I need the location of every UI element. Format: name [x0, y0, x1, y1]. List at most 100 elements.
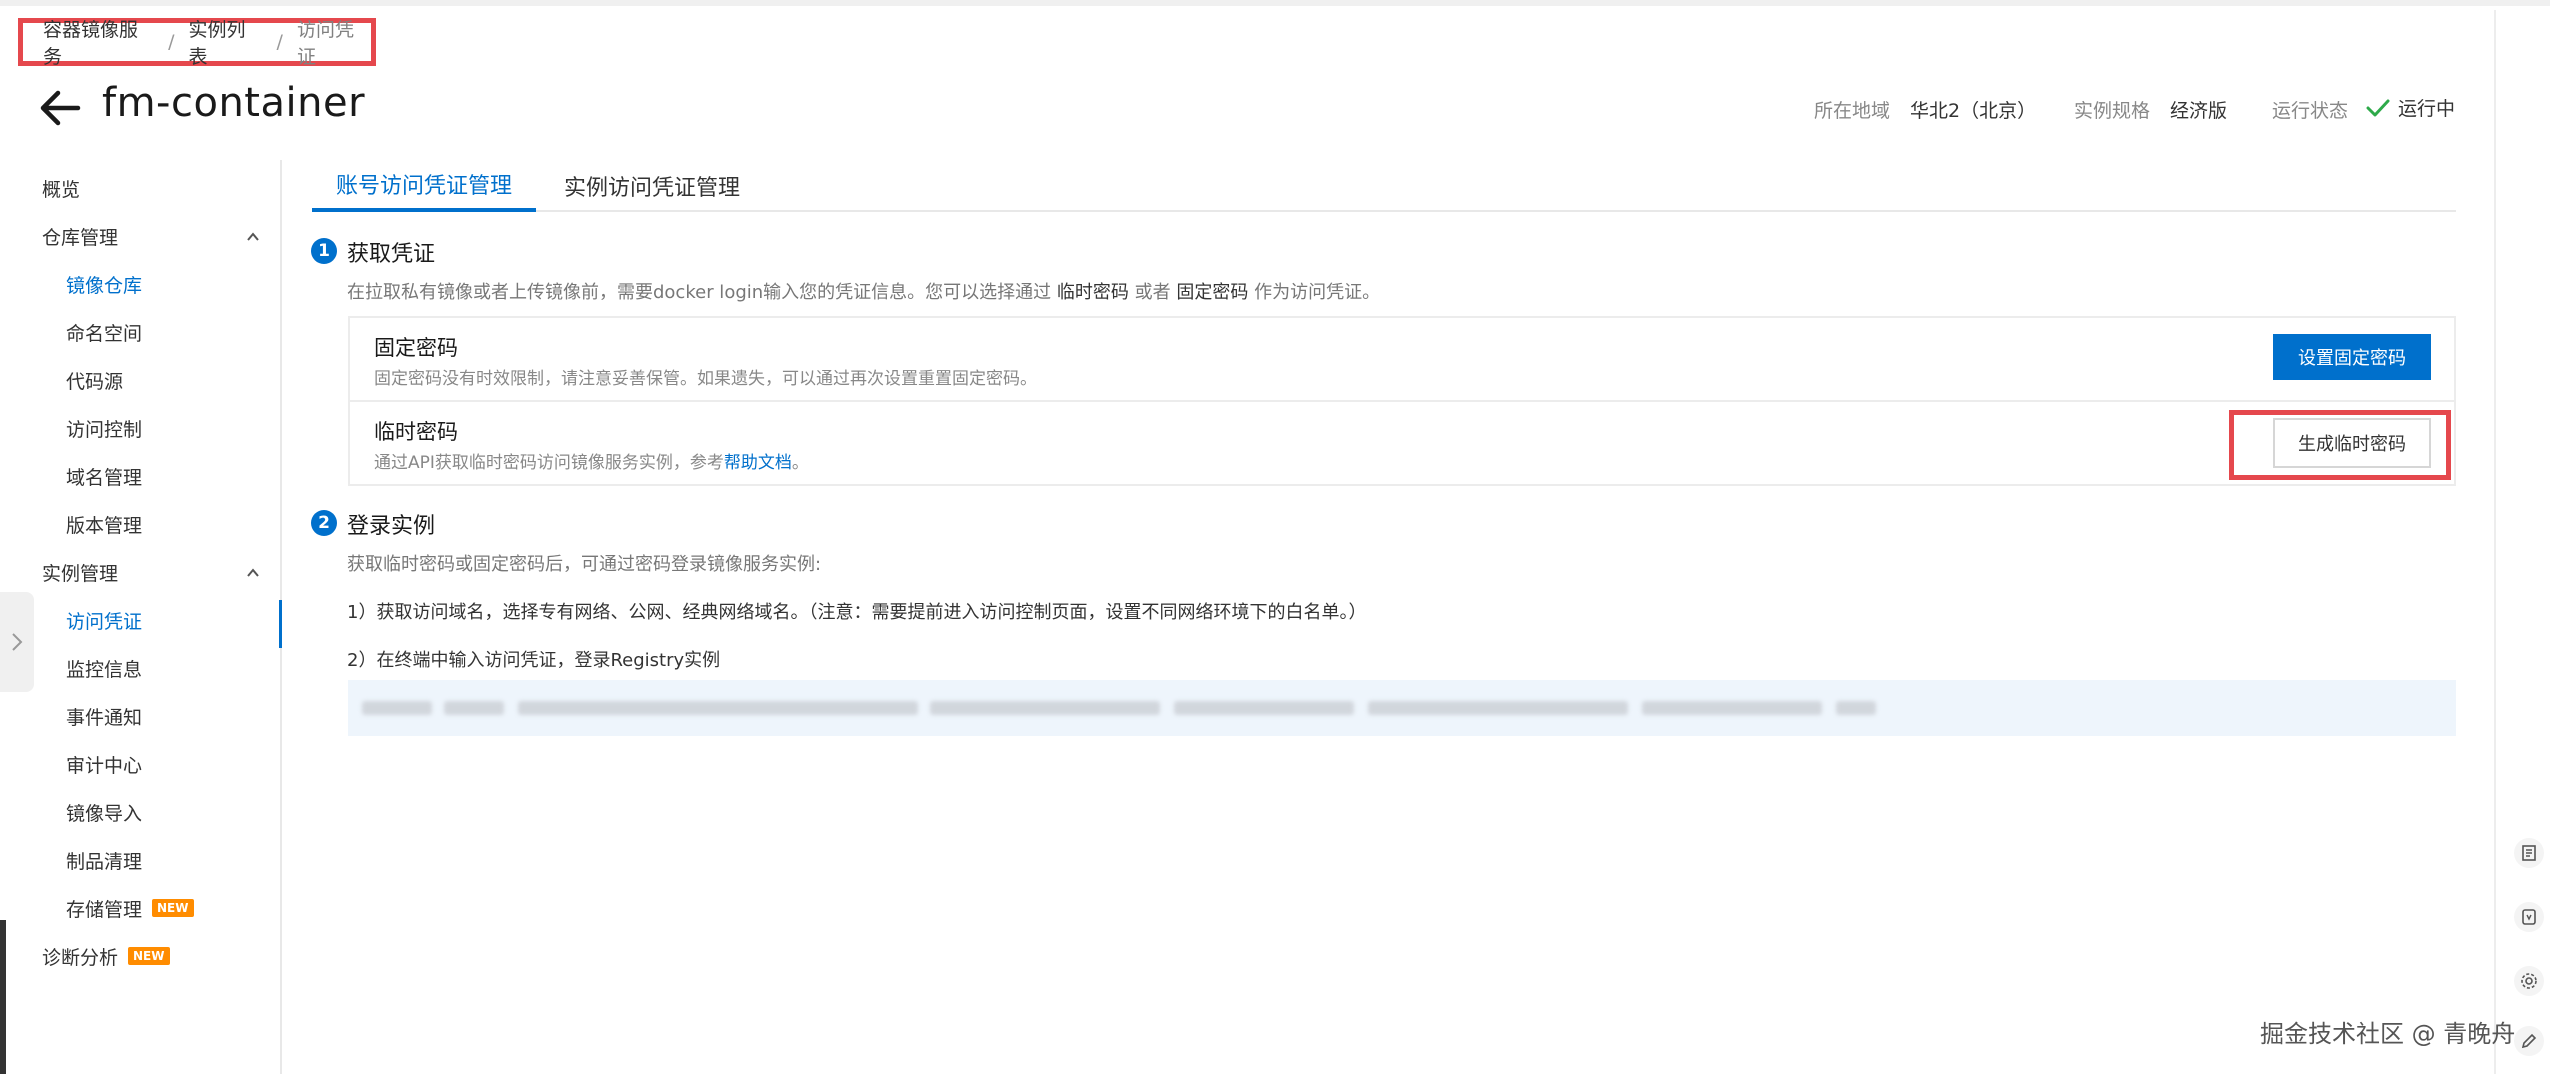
desc-text: 在拉取私有镜像或者上传镜像前，需要docker login输入您的凭证信息。您可…	[347, 282, 1052, 303]
top-border	[0, 0, 2550, 6]
breadcrumb: 容器镜像服务 / 实例列表 / 访问凭证	[18, 15, 376, 69]
status-indicator: 运行中	[2366, 94, 2455, 121]
sidebar-item-label: 版本管理	[66, 514, 143, 537]
sidebar-group-instance[interactable]: 实例管理	[0, 552, 280, 592]
breadcrumb-item-service[interactable]: 容器镜像服务	[43, 15, 154, 69]
sidebar-item-label: 监控信息	[66, 658, 143, 681]
back-arrow-icon[interactable]	[38, 88, 82, 128]
api-icon[interactable]	[2514, 902, 2544, 932]
instruction-line: 2）在终端中输入访问凭证，登录Registry实例	[347, 650, 721, 671]
desc-text: 通过API获取临时密码访问镜像服务实例，参考	[374, 453, 724, 473]
sidebar-item-label: 存储管理	[66, 898, 143, 921]
divider	[350, 400, 2454, 402]
sidebar-item-audit[interactable]: 审计中心	[0, 744, 280, 784]
sidebar-item-namespace[interactable]: 命名空间	[0, 312, 280, 352]
sidebar-item-monitoring[interactable]: 监控信息	[0, 648, 280, 688]
breadcrumb-item-instances[interactable]: 实例列表	[188, 15, 262, 69]
document-icon[interactable]	[2514, 838, 2544, 868]
new-badge: NEW	[128, 947, 170, 965]
login-command-box[interactable]	[348, 680, 2456, 736]
sidebar-group-label: 实例管理	[42, 562, 119, 585]
gear-icon[interactable]	[2514, 966, 2544, 996]
temp-password-desc: 通过API获取临时密码访问镜像服务实例，参考帮助文档。	[374, 448, 809, 473]
sidebar-group-label: 仓库管理	[42, 226, 119, 249]
desc-text: 或者	[1134, 282, 1171, 303]
sidebar-item-label: 审计中心	[66, 754, 143, 777]
watermark: 掘金技术社区 @ 青晚舟	[2260, 1020, 2516, 1048]
tab-instance-credentials[interactable]: 实例访问凭证管理	[552, 160, 752, 212]
generate-temp-password-button[interactable]: 生成临时密码	[2273, 418, 2431, 468]
sidebar: 概览 仓库管理 镜像仓库 命名空间 代码源 访问控制 域名管理 版本管理 实例管…	[0, 160, 282, 1074]
sidebar-item-code-source[interactable]: 代码源	[0, 360, 280, 400]
region-value: 华北2（北京）	[1910, 100, 2037, 122]
desc-text: 作为访问凭证。	[1254, 282, 1381, 303]
breadcrumb-item-current: 访问凭证	[296, 19, 354, 68]
desc-fixed-password: 固定密码	[1176, 282, 1249, 303]
status-value: 运行中	[2398, 98, 2456, 120]
sidebar-item-overview[interactable]: 概览	[0, 168, 280, 208]
sidebar-item-events[interactable]: 事件通知	[0, 696, 280, 736]
sidebar-item-artifact-cleanup[interactable]: 制品清理	[0, 840, 280, 880]
credential-card: 固定密码 固定密码没有时效限制，请注意妥善保管。如果遗失，可以通过再次设置重置固…	[348, 316, 2456, 486]
step-number: 2	[311, 510, 337, 536]
fixed-password-desc: 固定密码没有时效限制，请注意妥善保管。如果遗失，可以通过再次设置重置固定密码。	[374, 369, 1037, 389]
sidebar-item-label: 代码源	[66, 370, 124, 393]
blurred-text	[362, 701, 432, 715]
edit-icon[interactable]	[2514, 1026, 2544, 1056]
tab-bar: 账号访问凭证管理 实例访问凭证管理	[312, 160, 2456, 212]
help-doc-link[interactable]: 帮助文档	[724, 453, 792, 473]
tab-label: 实例访问凭证管理	[564, 176, 741, 201]
step-number: 1	[311, 238, 337, 264]
temp-password-title: 临时密码	[374, 420, 458, 444]
instruction-line: 1）获取访问域名，选择专有网络、公网、经典网络域名。（注意：需要提前进入访问控制…	[347, 602, 1367, 623]
sidebar-item-diagnose[interactable]: 诊断分析 NEW	[0, 936, 280, 976]
sidebar-item-label: 访问控制	[66, 418, 143, 441]
sidebar-item-label: 诊断分析	[42, 946, 119, 969]
blurred-text	[444, 701, 504, 715]
sidebar-item-image-import[interactable]: 镜像导入	[0, 792, 280, 832]
chevron-up-icon	[247, 232, 259, 241]
window-edge	[0, 920, 6, 1074]
page-title: fm-container	[102, 80, 366, 126]
sidebar-item-domain[interactable]: 域名管理	[0, 456, 280, 496]
sidebar-item-access-control[interactable]: 访问控制	[0, 408, 280, 448]
sidebar-item-label: 域名管理	[66, 466, 143, 489]
desc-temp-password: 临时密码	[1056, 282, 1129, 303]
sidebar-item-label: 概览	[42, 178, 81, 201]
sidebar-collapse-handle[interactable]	[0, 592, 34, 692]
blurred-text	[518, 701, 918, 715]
tab-label: 账号访问凭证管理	[336, 174, 513, 199]
blurred-text	[1642, 701, 1822, 715]
sidebar-item-label: 事件通知	[66, 706, 143, 729]
chevron-right-icon	[12, 633, 23, 651]
blurred-text	[1174, 701, 1354, 715]
sidebar-item-storage[interactable]: 存储管理 NEW	[0, 888, 280, 928]
blurred-text	[1368, 701, 1628, 715]
breadcrumb-separator: /	[168, 31, 175, 53]
sidebar-item-credentials[interactable]: 访问凭证	[0, 600, 282, 648]
status-label: 运行状态	[2272, 100, 2349, 122]
step-title: 获取凭证	[347, 242, 436, 267]
sidebar-item-label: 访问凭证	[66, 610, 143, 633]
spec-value: 经济版	[2170, 100, 2228, 122]
right-rail	[2494, 10, 2496, 1074]
sidebar-item-version[interactable]: 版本管理	[0, 504, 280, 544]
set-fixed-password-button[interactable]: 设置固定密码	[2273, 334, 2431, 380]
breadcrumb-separator: /	[276, 31, 283, 53]
blurred-text	[1836, 701, 1876, 715]
desc-text: 。	[791, 453, 809, 473]
region-label: 所在地域	[1814, 100, 1891, 122]
blurred-text	[930, 701, 1160, 715]
fixed-password-title: 固定密码	[374, 336, 458, 360]
sidebar-item-label: 命名空间	[66, 322, 143, 345]
sidebar-group-repo[interactable]: 仓库管理	[0, 216, 280, 256]
step-description: 在拉取私有镜像或者上传镜像前，需要docker login输入您的凭证信息。您可…	[347, 278, 1380, 304]
sidebar-item-label: 制品清理	[66, 850, 143, 873]
step-description: 获取临时密码或固定密码后，可通过密码登录镜像服务实例:	[347, 554, 822, 575]
sidebar-item-image-repo[interactable]: 镜像仓库	[0, 264, 280, 304]
new-badge: NEW	[152, 899, 194, 917]
tab-account-credentials[interactable]: 账号访问凭证管理	[312, 160, 537, 212]
chevron-up-icon	[247, 568, 259, 577]
check-icon	[2366, 99, 2390, 116]
sidebar-item-label: 镜像导入	[66, 802, 143, 825]
